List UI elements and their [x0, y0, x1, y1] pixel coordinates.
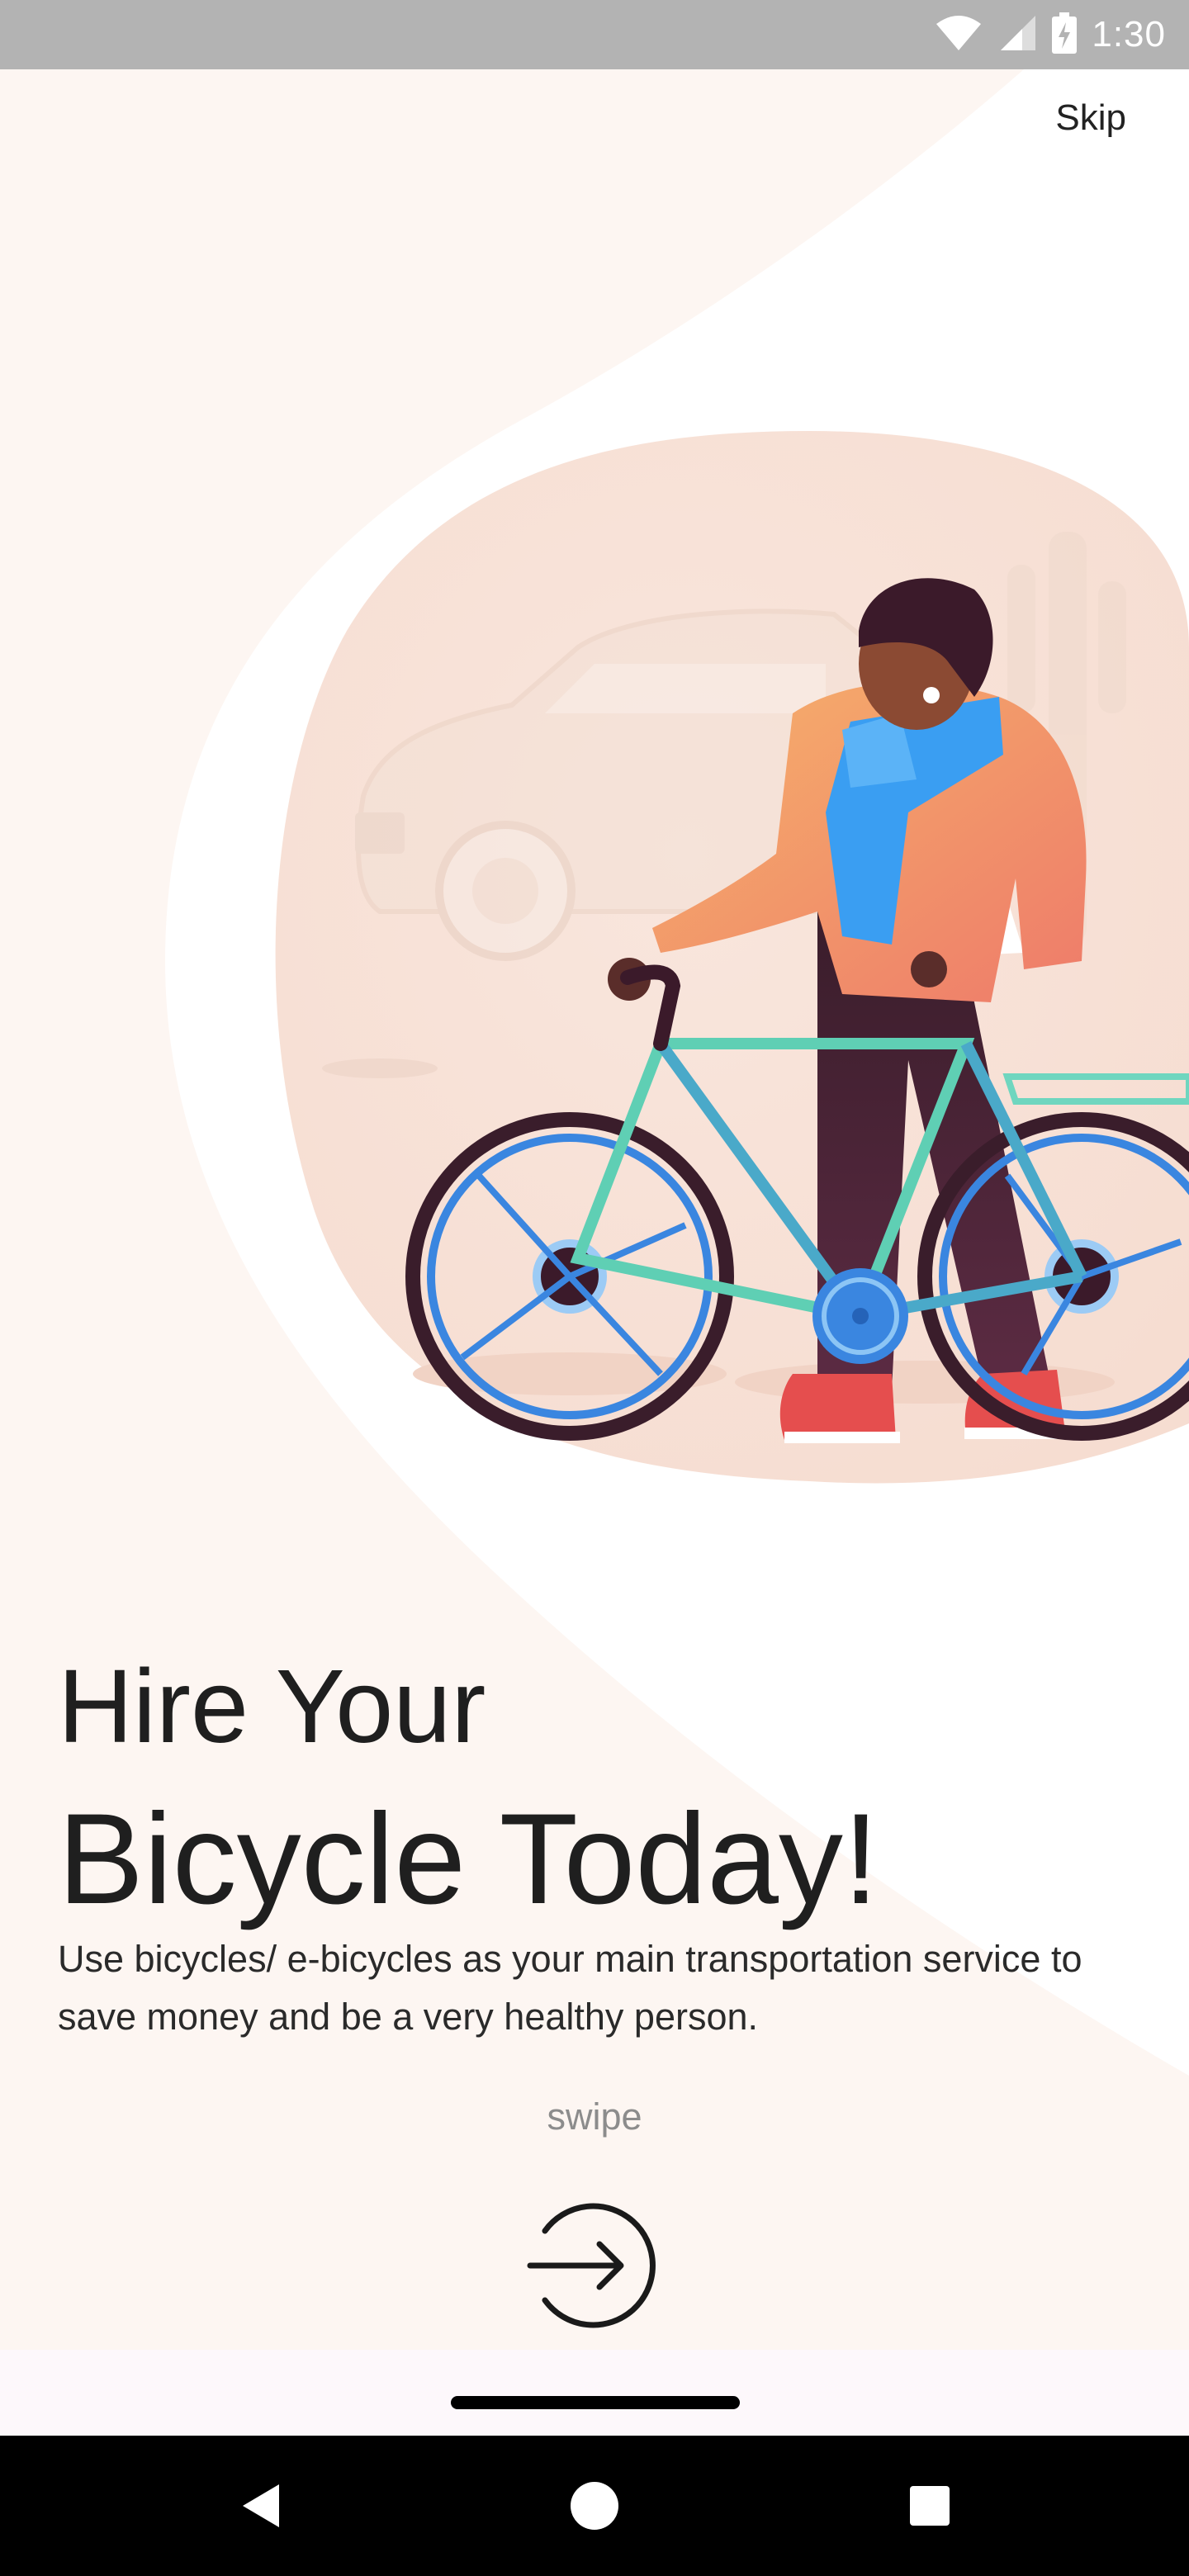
onboarding-screen: Skip Hire Your Bicycle Today! Use bicycl… — [0, 69, 1189, 2350]
home-indicator[interactable] — [451, 2396, 740, 2409]
arrow-right-circle-icon — [527, 2203, 656, 2328]
recents-square-icon — [910, 2486, 950, 2526]
status-icons: 1:30 — [935, 12, 1166, 58]
status-bar: 1:30 — [0, 0, 1189, 69]
recents-button[interactable] — [888, 2465, 971, 2547]
cellular-signal-icon — [997, 14, 1037, 56]
swipe-label: swipe — [547, 2095, 642, 2138]
gesture-area — [0, 2350, 1189, 2436]
back-triangle-icon — [243, 2484, 279, 2527]
status-time: 1:30 — [1092, 14, 1166, 54]
headline-line-2: Bicycle Today! — [58, 1788, 879, 1931]
wifi-icon — [935, 14, 983, 56]
next-button[interactable] — [527, 2198, 662, 2333]
headline-line-1: Hire Your — [58, 1648, 486, 1764]
home-circle-icon — [571, 2482, 618, 2530]
battery-charging-icon — [1052, 12, 1078, 58]
navigation-bar — [0, 2436, 1189, 2576]
back-button[interactable] — [220, 2465, 302, 2547]
home-button[interactable] — [553, 2465, 636, 2547]
onboarding-description: Use bicycles/ e-bicycles as your main tr… — [58, 1938, 1082, 2038]
